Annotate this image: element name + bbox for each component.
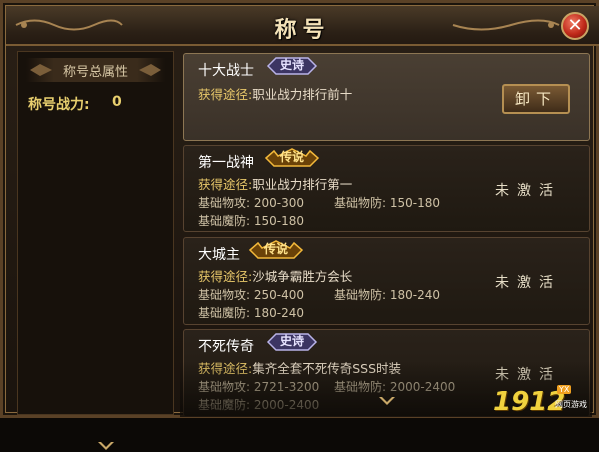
acquire-value: 职业战力排行前十 <box>252 87 353 102</box>
titlebar-ornament-right <box>452 19 560 31</box>
title-summary-panel: 称号总属性 称号战力: 0 <box>17 51 174 450</box>
title-rarity: 史诗 <box>279 58 304 72</box>
stat-phys-attack: 基础物攻: 2721-3200 <box>198 380 320 394</box>
stat-magic-defense: 基础魔防: 2000-2400 <box>198 398 320 412</box>
title-rarity: 史诗 <box>279 334 304 348</box>
close-icon: ✕ <box>567 15 583 36</box>
title-name: 第一战神 <box>198 155 254 171</box>
title-card-first-war-god[interactable]: 第一战神 传说 获得途径:职业战力排行第一 基础物攻: 200-300 基础物防… <box>183 145 590 232</box>
stat-phys-attack: 基础物攻: 250-400 <box>198 288 305 302</box>
stat-phys-defense: 基础物防: 2000-2400 <box>334 380 456 394</box>
title-rarity: 传说 <box>263 242 288 256</box>
close-button[interactable]: ✕ <box>561 12 589 40</box>
acquire-label: 获得途径: <box>198 269 253 284</box>
stat-magic-defense: 基础魔防: 150-180 <box>198 214 305 228</box>
stat-magic-defense: 基础魔防: 180-240 <box>198 306 305 320</box>
watermark-subtitle: 网页游戏 <box>555 400 587 409</box>
status-inactive: 未激活 <box>495 275 561 291</box>
unequip-button[interactable]: 卸下 <box>502 84 570 114</box>
acquire-label: 获得途径: <box>198 177 253 192</box>
site-watermark-logo: 1912 YX 网页游戏 <box>493 385 587 417</box>
scroll-down-arrow-icon[interactable] <box>98 442 114 452</box>
title-power-value: 0 <box>112 94 122 110</box>
title-list[interactable]: 十大战士 史诗 获得途径:职业战力排行前十 卸下 第一战神 传说 获得途径:职业… <box>180 51 592 417</box>
header-ornament-icon <box>139 64 161 76</box>
status-inactive: 未激活 <box>495 183 561 199</box>
acquire-row: 获得途径:沙城争霸胜方会长 <box>198 266 352 285</box>
stat-phys-defense: 基础物防: 180-240 <box>334 288 441 302</box>
acquire-value: 集齐全套不死传奇SSS时装 <box>252 361 402 376</box>
title-card-top-ten-warrior[interactable]: 十大战士 史诗 获得途径:职业战力排行前十 卸下 <box>183 53 590 141</box>
acquire-row: 获得途径:职业战力排行第一 <box>198 174 352 193</box>
acquire-label: 获得途径: <box>198 361 253 376</box>
scroll-down-arrow-icon[interactable] <box>379 397 395 407</box>
title-window: 称号 ✕ 称号总属性 称号战力: 0 十大战士 史诗 获得途径:职业战力排行前十… <box>0 0 599 450</box>
acquire-row: 获得途径:职业战力排行前十 <box>198 84 352 103</box>
title-card-city-lord[interactable]: 大城主 传说 获得途径:沙城争霸胜方会长 基础物攻: 250-400 基础物防:… <box>183 237 590 325</box>
acquire-value: 沙城争霸胜方会长 <box>252 269 353 284</box>
title-rarity: 传说 <box>279 150 304 164</box>
window-titlebar: 称号 ✕ <box>6 6 599 46</box>
watermark-tag: YX <box>557 385 572 394</box>
title-name: 十大战士 <box>198 63 254 79</box>
acquire-label: 获得途径: <box>198 87 253 102</box>
stat-phys-attack: 基础物攻: 200-300 <box>198 196 305 210</box>
acquire-value: 职业战力排行第一 <box>252 177 353 192</box>
stat-phys-defense: 基础物防: 150-180 <box>334 196 441 210</box>
status-inactive: 未激活 <box>495 367 561 383</box>
title-power-label: 称号战力: <box>28 97 90 113</box>
acquire-row: 获得途径:集齐全套不死传奇SSS时装 <box>198 358 401 377</box>
title-name: 不死传奇 <box>198 339 254 355</box>
title-name: 大城主 <box>198 247 240 263</box>
summary-header: 称号总属性 <box>26 58 165 82</box>
